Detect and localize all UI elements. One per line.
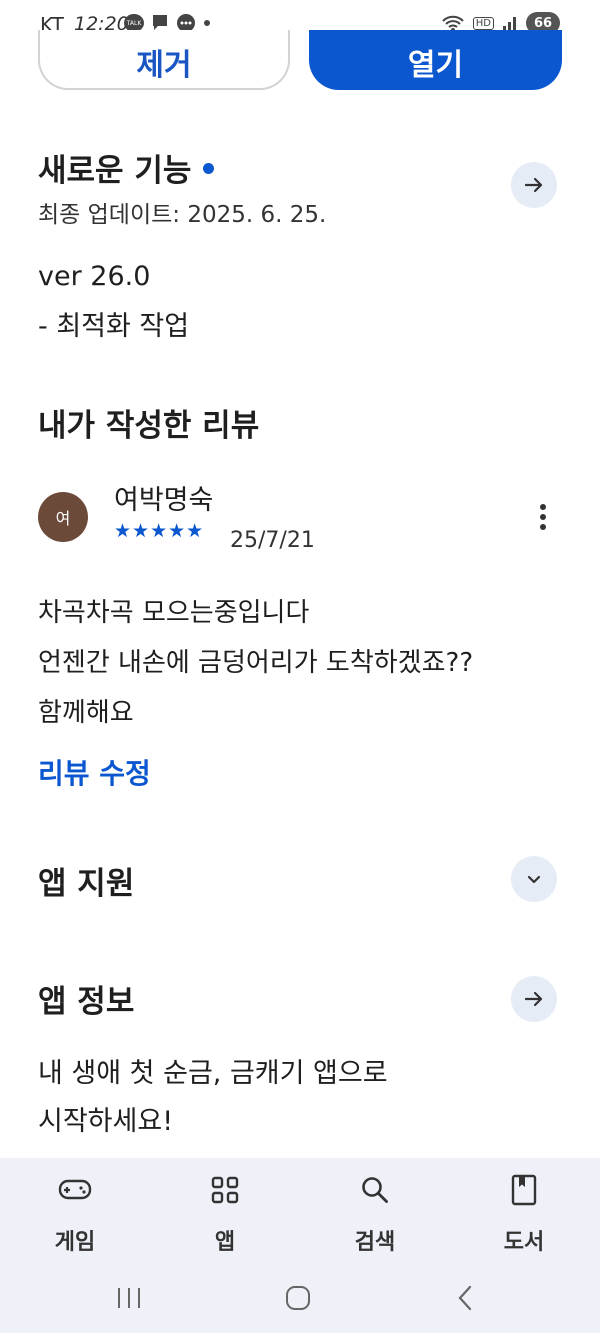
review-line: 함께해요 xyxy=(38,698,134,728)
arrow-right-icon xyxy=(524,991,543,1007)
review-body: 차곡차곡 모으는중입니다 언젠간 내손에 금덩어리가 도착하겠죠?? 함께해요 xyxy=(38,588,473,738)
chevron-down-icon xyxy=(527,875,541,884)
nav-label: 앱 xyxy=(214,1230,236,1255)
reviewer-name: 여박명숙 xyxy=(114,485,214,516)
avatar: 여 xyxy=(38,492,88,542)
last-updated: 최종 업데이트: 2025. 6. 25. xyxy=(38,202,327,228)
new-indicator-dot xyxy=(203,163,215,174)
app-info-title[interactable]: 앱 정보 xyxy=(38,976,134,1021)
edit-review-link[interactable]: 리뷰 수정 xyxy=(38,752,151,792)
review-date: 25/7/21 xyxy=(230,528,315,553)
nav-item-games[interactable]: 게임 xyxy=(25,1170,125,1256)
nav-label: 게임 xyxy=(54,1230,96,1255)
nav-label: 도서 xyxy=(503,1230,545,1255)
whats-new-arrow-button[interactable] xyxy=(511,162,557,208)
app-support-expand-button[interactable] xyxy=(511,856,557,902)
book-icon xyxy=(511,1174,537,1206)
app-description-line: 내 생애 첫 순금, 금캐기 앱으로 xyxy=(38,1058,388,1089)
home-icon[interactable] xyxy=(284,1284,312,1312)
version-line: ver 26.0 xyxy=(38,261,151,292)
review-line: 언젠간 내손에 금덩어리가 도착하겠죠?? xyxy=(38,648,474,678)
nav-item-books[interactable]: 도서 xyxy=(474,1170,574,1256)
nav-item-apps[interactable]: 앱 xyxy=(175,1170,275,1256)
more-notifications-icon xyxy=(204,20,210,26)
review-line: 차곡차곡 모으는중입니다 xyxy=(38,598,310,628)
hd-icon: HD xyxy=(472,16,494,30)
apps-grid-icon xyxy=(211,1176,239,1204)
app-info-arrow-button[interactable] xyxy=(511,976,557,1022)
whats-new-title-text: 새로운 기능 xyxy=(38,153,192,189)
changelog-line: - 최적화 작업 xyxy=(38,311,190,342)
search-icon xyxy=(362,1177,388,1203)
open-button[interactable]: 열기 xyxy=(309,30,562,90)
whats-new-title[interactable]: 새로운 기능 xyxy=(38,145,215,190)
system-nav-bar xyxy=(0,1278,600,1318)
app-description: 내 생애 첫 순금, 금캐기 앱으로 시작하세요! xyxy=(38,1050,388,1146)
nav-item-search[interactable]: 검색 xyxy=(325,1170,425,1256)
recent-apps-icon[interactable] xyxy=(116,1286,142,1310)
star-rating: ★★★★★ xyxy=(114,520,205,542)
my-review-title: 내가 작성한 리뷰 xyxy=(38,408,260,444)
nav-label: 검색 xyxy=(354,1230,396,1255)
remove-button[interactable]: 제거 xyxy=(38,30,290,90)
app-description-line: 시작하세요! xyxy=(38,1106,174,1137)
app-support-title[interactable]: 앱 지원 xyxy=(38,858,134,903)
arrow-right-icon xyxy=(524,177,543,193)
more-options-icon[interactable] xyxy=(530,500,556,534)
gamepad-icon xyxy=(58,1179,92,1200)
back-icon[interactable] xyxy=(455,1284,475,1312)
